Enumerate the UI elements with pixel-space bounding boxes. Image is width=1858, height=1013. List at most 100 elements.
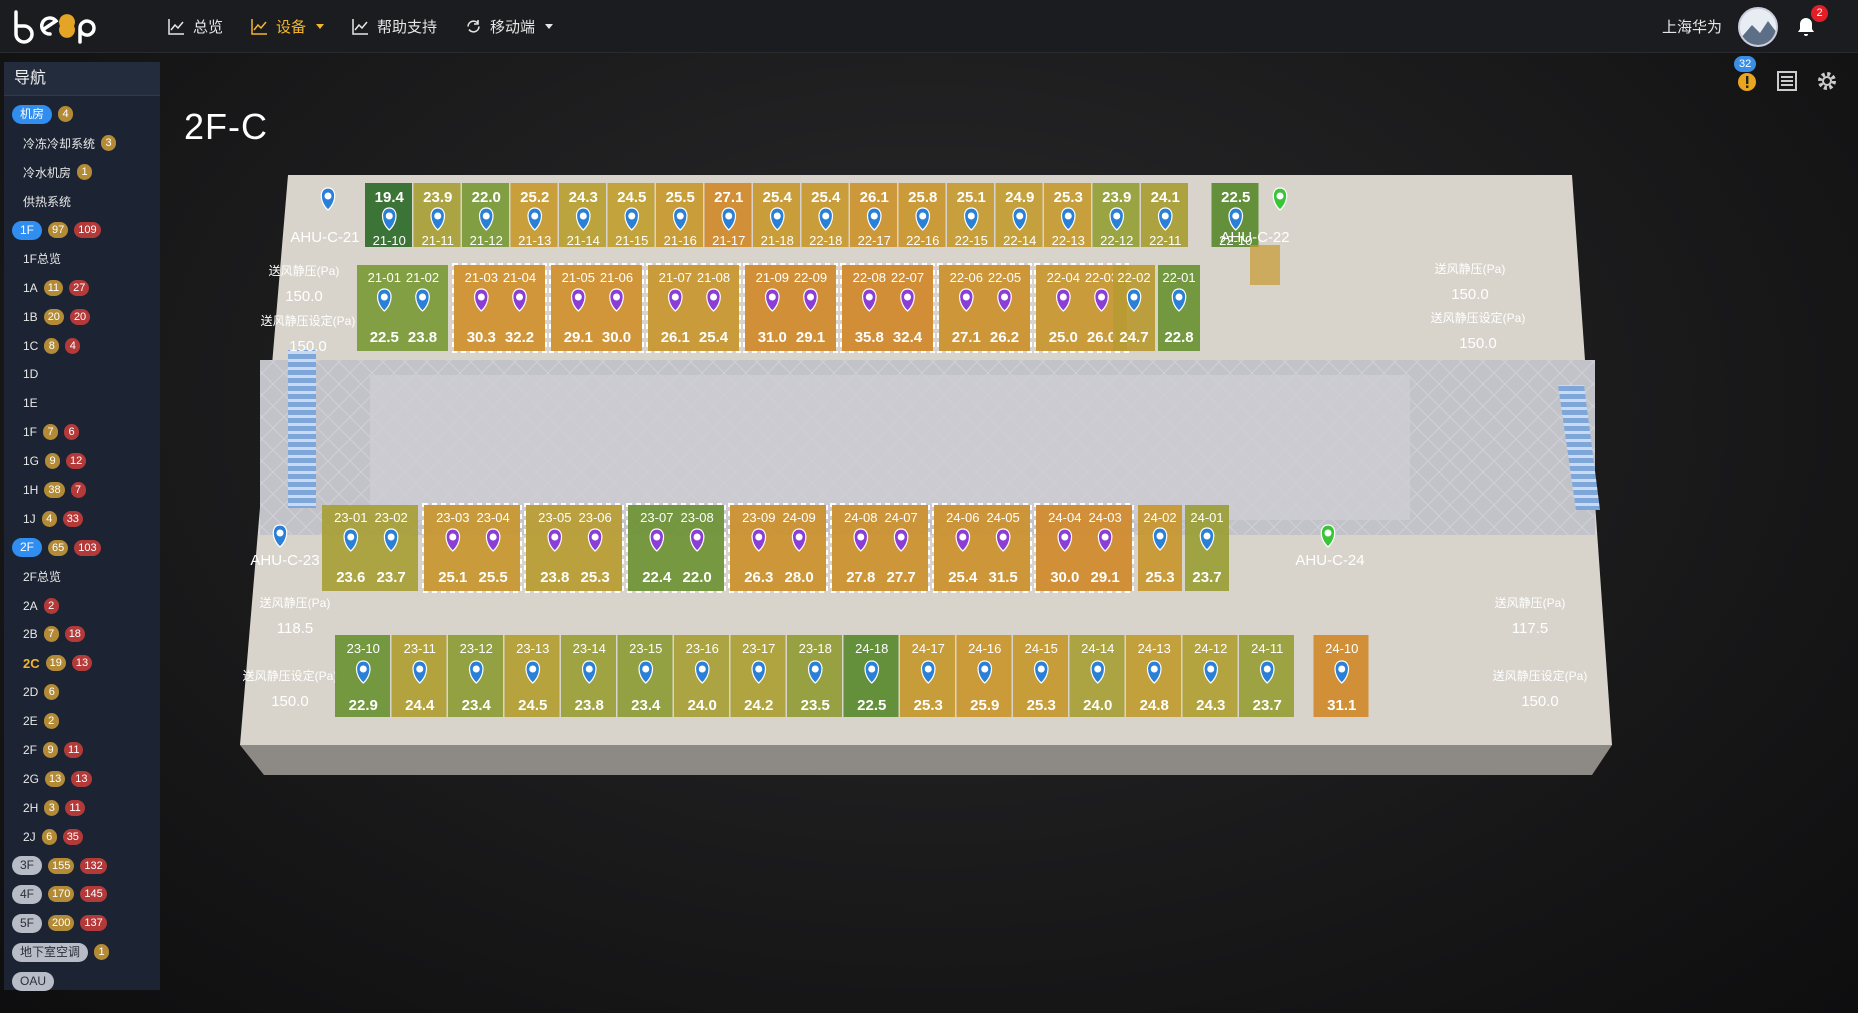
alarm-count-badge: 11 [65, 799, 85, 816]
room-temp-23-17: 24.2 [744, 697, 773, 714]
room-temp-24-04: 30.0 [1050, 569, 1079, 586]
sidebar-item-2J[interactable]: 2J 6 35 [4, 822, 160, 851]
room-temp-24-02: 25.3 [1145, 569, 1174, 586]
warning-count-badge: 155 [48, 857, 75, 874]
room-id-24-01: 24-01 [1190, 510, 1223, 525]
sidebar-item-label: 冷冻冷却系统 [23, 136, 96, 151]
room-id-24-18: 24-18 [855, 641, 888, 656]
ahu-label-c23: AHU-C-23 [250, 552, 319, 569]
caret-down-icon [316, 24, 325, 29]
nav-item-1[interactable]: 设备 [251, 16, 325, 37]
sidebar-item-1F[interactable]: 1F 97 109 [4, 216, 160, 245]
sidebar-item-OAU[interactable]: OAU [4, 967, 160, 996]
sidebar-item-1F[interactable]: 1F 7 6 [4, 418, 160, 447]
user-avatar[interactable] [1738, 6, 1778, 47]
room-id-23-05: 23-05 [538, 510, 571, 525]
alarm-count-badge: 145 [80, 886, 107, 903]
room-id-21-18: 21-18 [761, 233, 794, 248]
sidebar-item-label: 1F总览 [23, 252, 62, 267]
room-id-22-11: 22-11 [1149, 233, 1181, 248]
room-temp-22-13: 25.3 [1054, 189, 1083, 206]
pressure-c24-value: 117.5 [1512, 620, 1548, 637]
brand-logo[interactable] [10, 8, 100, 44]
sidebar-item-1B[interactable]: 1B 20 20 [4, 302, 160, 331]
alarm-count-badge: 20 [69, 308, 91, 325]
sidebar-item-2E[interactable]: 2E 2 [4, 707, 160, 736]
sidebar-item-2H[interactable]: 2H 3 11 [4, 793, 160, 822]
sidebar-item-1D[interactable]: 1D [4, 360, 160, 389]
room-temp-22-07: 32.4 [893, 329, 923, 346]
room-id-21-09: 21-09 [756, 270, 789, 285]
sidebar-item-1J[interactable]: 1J 4 33 [4, 504, 160, 533]
sidebar-item-5F[interactable]: 5F 200 137 [4, 909, 160, 938]
warning-count-badge: 38 [44, 482, 65, 499]
sidebar-item-2F[interactable]: 2F 65 103 [4, 533, 160, 562]
alarm-count-badge: 137 [80, 915, 107, 932]
pressure-c23-label: 送风静压(Pa) [260, 595, 331, 610]
sidebar-item-label: 机房 [12, 104, 53, 124]
room-id-22-02: 22-02 [1117, 270, 1150, 285]
pressure-set-c22-label: 送风静压设定(Pa) [1431, 310, 1526, 325]
sidebar-item-1C[interactable]: 1C 8 4 [4, 331, 160, 360]
room-id-24-16: 24-16 [968, 641, 1001, 656]
alarm-count-badge: 132 [80, 857, 107, 874]
sidebar-item-3F[interactable]: 3F 155 132 [4, 851, 160, 880]
sidebar-item-冷冻冷却系统[interactable]: 冷冻冷却系统 3 [4, 129, 160, 158]
sidebar-item-2F总览[interactable]: 2F总览 [4, 562, 160, 591]
room-temp-21-06: 30.0 [602, 329, 631, 346]
room-id-21-07: 21-07 [659, 270, 692, 285]
sidebar-item-1A[interactable]: 1A 11 27 [4, 273, 160, 302]
sidebar-item-1H[interactable]: 1H 38 7 [4, 476, 160, 505]
pressure-c23-value: 118.5 [277, 620, 313, 637]
room-temp-23-11: 24.4 [405, 697, 435, 714]
room-id-21-14: 21-14 [567, 233, 600, 248]
room-id-22-09: 22-09 [794, 270, 827, 285]
room-temp-23-12: 23.4 [462, 697, 492, 714]
list-view-button[interactable] [1776, 70, 1798, 92]
sidebar-item-4F[interactable]: 4F 170 145 [4, 880, 160, 909]
nav-item-3[interactable]: 移动端 [465, 16, 554, 37]
user-name[interactable]: 上海华为 [1662, 16, 1722, 37]
notifications-button[interactable]: 2 [1794, 4, 1828, 39]
room-id-23-01: 23-01 [334, 510, 367, 525]
sidebar-item-2D[interactable]: 2D 6 [4, 678, 160, 707]
room-temp-21-15: 24.5 [617, 189, 646, 206]
sidebar-item-冷水机房[interactable]: 冷水机房 1 [4, 158, 160, 187]
sidebar-item-label: 1F [12, 220, 43, 240]
room-id-21-11: 21-11 [422, 233, 454, 248]
alarm-count-badge: 11 [64, 742, 84, 759]
room-temp-24-08: 27.8 [846, 569, 875, 586]
alerts-button[interactable]: 32 [1734, 56, 1758, 92]
alarm-count-badge: 18 [64, 626, 85, 643]
sidebar-item-2G[interactable]: 2G 13 13 [4, 764, 160, 793]
sidebar-item-2A[interactable]: 2A 2 [4, 591, 160, 620]
sidebar-item-1F总览[interactable]: 1F总览 [4, 244, 160, 273]
room-id-21-03: 21-03 [465, 270, 498, 285]
sidebar-item-1E[interactable]: 1E [4, 389, 160, 418]
sidebar-item-1G[interactable]: 1G 9 12 [4, 447, 160, 476]
room-temp-21-07: 26.1 [661, 329, 690, 346]
room-temp-23-06: 25.3 [581, 569, 610, 586]
sidebar-item-2C[interactable]: 2C 19 13 [4, 649, 160, 678]
sidebar-item-label: 2C [23, 655, 40, 671]
sidebar-item-地下室空调[interactable]: 地下室空调 1 [4, 938, 160, 967]
room-id-23-16: 23-16 [686, 641, 719, 656]
room-temp-21-14: 24.3 [569, 189, 598, 206]
sidebar-item-2F[interactable]: 2F 9 11 [4, 736, 160, 765]
warning-count-badge: 9 [45, 453, 61, 470]
room-temp-23-08: 22.0 [683, 569, 712, 586]
ahu-label-c22: AHU-C-22 [1220, 229, 1289, 246]
sidebar-item-label: 2F [23, 743, 38, 758]
nav-item-0[interactable]: 总览 [168, 16, 223, 37]
sidebar-item-机房[interactable]: 机房 4 [4, 100, 160, 129]
settings-button[interactable] [1816, 70, 1838, 92]
nav-item-2[interactable]: 帮助支持 [352, 16, 437, 37]
warning-count-badge: 8 [44, 337, 60, 354]
sidebar-list: 机房 4 冷冻冷却系统 3 冷水机房 1 供热系统 1F 97 109 1F总览 1A 11 27 1B 20… [4, 96, 160, 996]
room-temp-22-18: 25.4 [811, 189, 841, 206]
page-title: 2F-C [184, 106, 268, 147]
stairs-west [288, 350, 316, 508]
sidebar-item-2B[interactable]: 2B 7 18 [4, 620, 160, 649]
sidebar-item-供热系统[interactable]: 供热系统 [4, 187, 160, 216]
room-temp-24-12: 24.3 [1196, 697, 1225, 714]
